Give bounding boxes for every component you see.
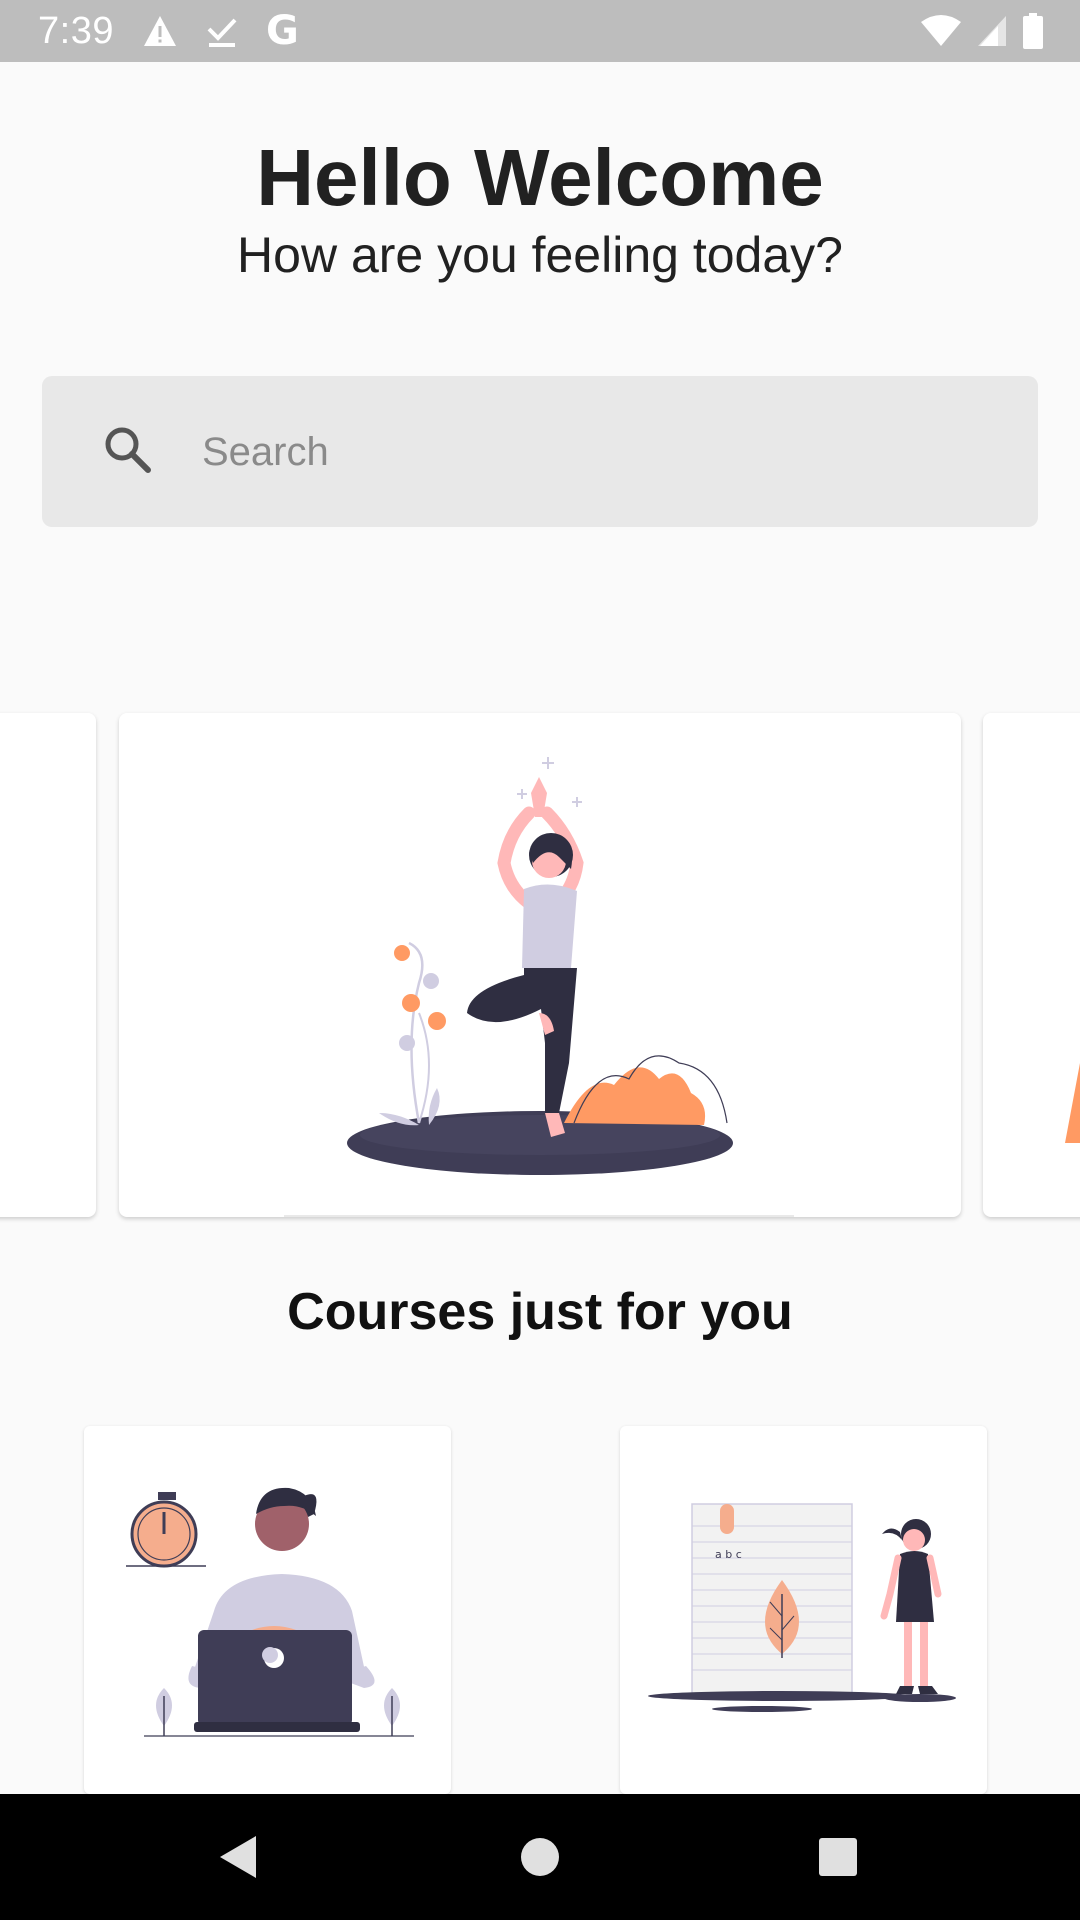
- person-laptop-stopwatch-illustration: [126, 1487, 414, 1737]
- status-time: 7:39: [38, 9, 114, 52]
- course-card[interactable]: a b c: [620, 1426, 987, 1794]
- carousel-card-previous[interactable]: [0, 713, 96, 1217]
- cell-signal-icon: [976, 14, 1008, 48]
- status-bar: 7:39 G: [0, 0, 1080, 62]
- battery-icon: [1022, 13, 1044, 49]
- search-input[interactable]: [200, 416, 1004, 488]
- warning-icon: [142, 14, 178, 48]
- woman-notebook-leaf-illustration: a b c: [648, 1503, 956, 1712]
- home-icon[interactable]: [517, 1834, 563, 1880]
- carousel-card-next[interactable]: [983, 713, 1080, 1217]
- page-subtitle: How are you feeling today?: [237, 227, 843, 283]
- wifi-icon: [920, 14, 962, 48]
- recents-icon[interactable]: [815, 1834, 861, 1880]
- back-icon[interactable]: [216, 1834, 262, 1880]
- system-nav-bar: [0, 1794, 1080, 1920]
- course-card[interactable]: [84, 1426, 451, 1794]
- search-bar[interactable]: [42, 376, 1038, 527]
- search-icon: [102, 424, 154, 476]
- notebook-text: a b c: [715, 1548, 742, 1561]
- carousel-card-current[interactable]: [119, 713, 961, 1217]
- download-done-icon: [206, 14, 238, 48]
- yoga-tree-pose-illustration: [284, 757, 794, 1217]
- status-right: [920, 13, 1044, 49]
- courses-section-title: Courses just for you: [287, 1283, 793, 1341]
- google-icon: G: [265, 8, 299, 54]
- status-left: 7:39 G: [38, 8, 299, 54]
- partial-illustration: [1065, 1063, 1080, 1143]
- page-title: Hello Welcome: [256, 133, 824, 222]
- feature-carousel[interactable]: [0, 713, 1080, 1220]
